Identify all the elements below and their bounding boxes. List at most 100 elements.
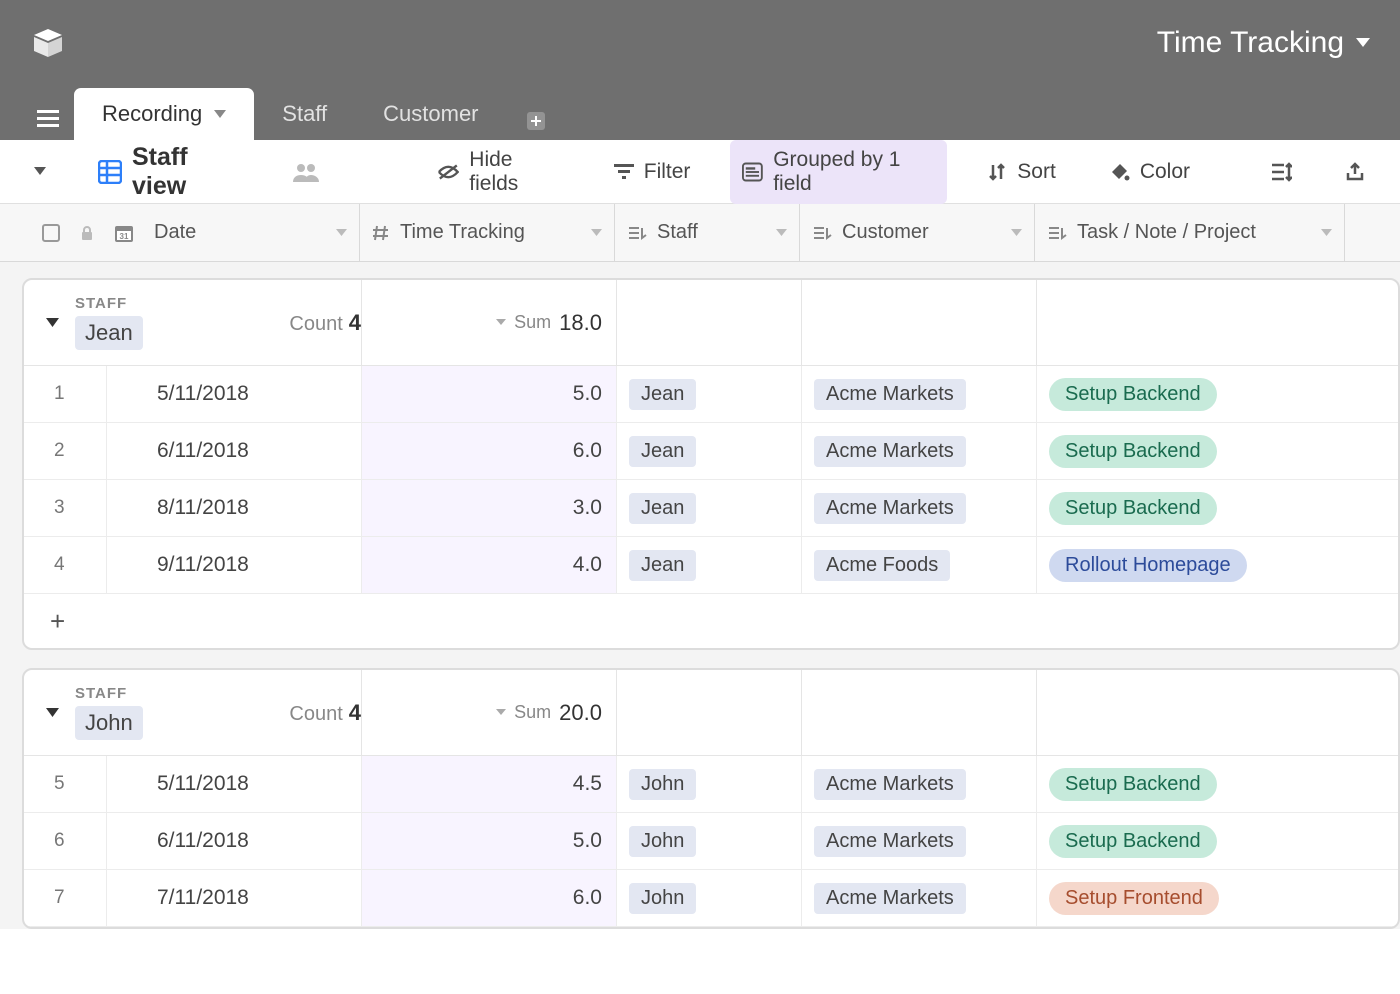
staff-tag: Jean xyxy=(629,493,696,524)
cell-staff[interactable]: John xyxy=(617,813,802,869)
task-tag: Setup Backend xyxy=(1049,435,1217,468)
cell-task[interactable]: Setup Frontend xyxy=(1037,870,1342,926)
data-content: STAFF Jean Count 4 Sum 18.0 1 5/11/2018 … xyxy=(0,262,1400,929)
collaborators-button[interactable] xyxy=(281,154,331,190)
table-row[interactable]: 5 5/11/2018 4.5 John Acme Markets Setup … xyxy=(24,756,1398,813)
chevron-down-icon[interactable] xyxy=(1321,229,1332,237)
cell-customer[interactable]: Acme Markets xyxy=(802,480,1037,536)
column-staff-label: Staff xyxy=(657,221,698,244)
sort-icon xyxy=(987,162,1007,182)
cell-date[interactable]: 5/11/2018 xyxy=(107,756,362,812)
table-row[interactable]: 1 5/11/2018 5.0 Jean Acme Markets Setup … xyxy=(24,366,1398,423)
filter-button[interactable]: Filter xyxy=(602,152,703,192)
calendar-icon: 31 xyxy=(114,223,134,243)
header-task[interactable]: Task / Note / Project xyxy=(1035,204,1345,261)
cell-customer[interactable]: Acme Markets xyxy=(802,813,1037,869)
cell-staff[interactable]: John xyxy=(617,870,802,926)
chevron-down-icon[interactable] xyxy=(336,229,347,237)
cell-customer[interactable]: Acme Markets xyxy=(802,756,1037,812)
group-header: STAFF John Count 4 Sum 20.0 xyxy=(24,670,1398,756)
chevron-down-icon[interactable] xyxy=(591,229,602,237)
view-switcher[interactable]: Staff view xyxy=(86,135,253,209)
chevron-down-icon[interactable] xyxy=(496,319,506,326)
add-row-button[interactable]: + xyxy=(24,594,1398,648)
row-number: 3 xyxy=(24,480,107,536)
table-row[interactable]: 3 8/11/2018 3.0 Jean Acme Markets Setup … xyxy=(24,480,1398,537)
group-button[interactable]: Grouped by 1 field xyxy=(730,140,947,204)
tab-staff[interactable]: Staff xyxy=(254,88,355,140)
cell-customer[interactable]: Acme Markets xyxy=(802,870,1037,926)
cell-date[interactable]: 8/11/2018 xyxy=(107,480,362,536)
staff-tag: John xyxy=(629,826,696,857)
header-staff[interactable]: Staff xyxy=(615,204,800,261)
link-icon xyxy=(812,225,832,241)
cell-customer[interactable]: Acme Markets xyxy=(802,423,1037,479)
table-row[interactable]: 4 9/11/2018 4.0 Jean Acme Foods Rollout … xyxy=(24,537,1398,594)
select-all-checkbox[interactable] xyxy=(42,224,60,242)
color-button[interactable]: Color xyxy=(1096,152,1202,192)
hamburger-menu-button[interactable] xyxy=(22,98,74,140)
table-row[interactable]: 2 6/11/2018 6.0 Jean Acme Markets Setup … xyxy=(24,423,1398,480)
cell-customer[interactable]: Acme Markets xyxy=(802,366,1037,422)
cell-task[interactable]: Rollout Homepage xyxy=(1037,537,1342,593)
share-button[interactable] xyxy=(1332,153,1378,191)
header-customer[interactable]: Customer xyxy=(800,204,1035,261)
chevron-down-icon xyxy=(1356,38,1370,48)
link-icon xyxy=(627,225,647,241)
cell-time[interactable]: 6.0 xyxy=(362,423,617,479)
app-title-dropdown[interactable]: Time Tracking xyxy=(1157,26,1370,60)
staff-tag: John xyxy=(629,883,696,914)
sort-button[interactable]: Sort xyxy=(975,152,1068,192)
cell-staff[interactable]: Jean xyxy=(617,423,802,479)
app-logo-icon xyxy=(30,25,66,61)
table-row[interactable]: 6 6/11/2018 5.0 John Acme Markets Setup … xyxy=(24,813,1398,870)
staff-tag: John xyxy=(629,769,696,800)
grid-view-icon xyxy=(98,160,122,184)
table-row[interactable]: 7 7/11/2018 6.0 John Acme Markets Setup … xyxy=(24,870,1398,927)
cell-staff[interactable]: Jean xyxy=(617,537,802,593)
cell-time[interactable]: 5.0 xyxy=(362,366,617,422)
views-menu-button[interactable] xyxy=(22,159,58,184)
cell-time[interactable]: 4.0 xyxy=(362,537,617,593)
cell-task[interactable]: Setup Backend xyxy=(1037,480,1342,536)
chevron-down-icon xyxy=(214,110,226,119)
view-toolbar: Staff view Hide fields Filter Grouped by… xyxy=(0,140,1400,204)
cell-date[interactable]: 9/11/2018 xyxy=(107,537,362,593)
tab-recording[interactable]: Recording xyxy=(74,88,254,140)
hide-fields-button[interactable]: Hide fields xyxy=(425,140,574,204)
tab-customer[interactable]: Customer xyxy=(355,88,506,140)
cell-time[interactable]: 4.5 xyxy=(362,756,617,812)
group: STAFF John Count 4 Sum 20.0 5 5/11/2018 … xyxy=(22,668,1400,929)
cell-task[interactable]: Setup Backend xyxy=(1037,756,1342,812)
row-number: 4 xyxy=(24,537,107,593)
cell-time[interactable]: 3.0 xyxy=(362,480,617,536)
cell-task[interactable]: Setup Backend xyxy=(1037,813,1342,869)
staff-tag: Jean xyxy=(629,436,696,467)
cell-date[interactable]: 6/11/2018 xyxy=(107,423,362,479)
cell-date[interactable]: 5/11/2018 xyxy=(107,366,362,422)
chevron-down-icon[interactable] xyxy=(1011,229,1022,237)
row-height-button[interactable] xyxy=(1258,153,1304,191)
collapse-toggle[interactable] xyxy=(46,708,59,718)
cell-staff[interactable]: Jean xyxy=(617,366,802,422)
header-primary: 31 Date xyxy=(0,204,360,261)
group-count: Count 4 xyxy=(289,310,361,336)
add-tab-button[interactable] xyxy=(507,102,565,140)
group-summary-label: Sum xyxy=(514,312,551,333)
cell-date[interactable]: 6/11/2018 xyxy=(107,813,362,869)
collapse-toggle[interactable] xyxy=(46,318,59,328)
customer-tag: Acme Markets xyxy=(814,826,966,857)
group: STAFF Jean Count 4 Sum 18.0 1 5/11/2018 … xyxy=(22,278,1400,650)
staff-tag: Jean xyxy=(629,550,696,581)
cell-customer[interactable]: Acme Foods xyxy=(802,537,1037,593)
cell-staff[interactable]: Jean xyxy=(617,480,802,536)
cell-staff[interactable]: John xyxy=(617,756,802,812)
chevron-down-icon[interactable] xyxy=(776,229,787,237)
cell-time[interactable]: 5.0 xyxy=(362,813,617,869)
cell-time[interactable]: 6.0 xyxy=(362,870,617,926)
cell-task[interactable]: Setup Backend xyxy=(1037,423,1342,479)
chevron-down-icon[interactable] xyxy=(496,709,506,716)
cell-date[interactable]: 7/11/2018 xyxy=(107,870,362,926)
header-time[interactable]: Time Tracking xyxy=(360,204,615,261)
cell-task[interactable]: Setup Backend xyxy=(1037,366,1342,422)
